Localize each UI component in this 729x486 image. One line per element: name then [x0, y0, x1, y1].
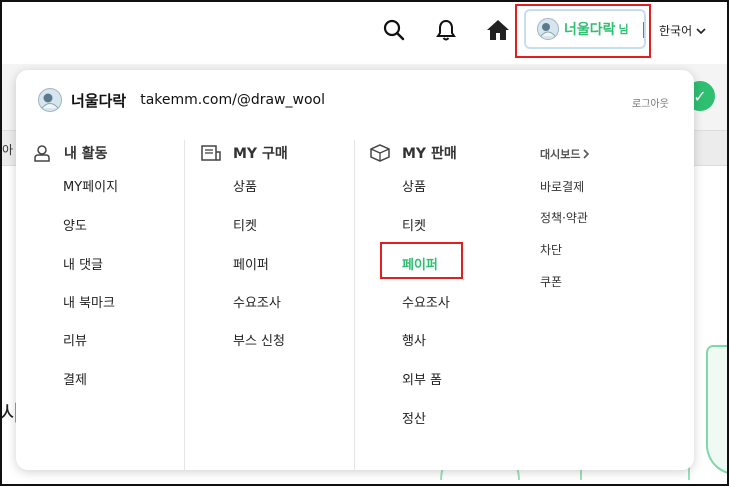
- menu-item-sales-goods[interactable]: 상품: [402, 176, 426, 195]
- user-honorific: 님: [618, 23, 629, 36]
- user-name: 너울다락: [564, 22, 616, 38]
- column-title: MY 구매: [233, 146, 288, 162]
- dashboard-link[interactable]: 대시보드: [540, 146, 590, 162]
- person-icon: [32, 143, 52, 163]
- menu-item-my-page[interactable]: MY페이지: [63, 176, 118, 195]
- chevron-right-icon: [583, 149, 590, 159]
- menu-item-sales-paper[interactable]: 페이퍼: [402, 254, 438, 273]
- search-icon[interactable]: [382, 18, 406, 42]
- profile-url[interactable]: takemm.com/@draw_wool: [140, 92, 325, 108]
- dashboard-label: 대시보드: [540, 148, 581, 161]
- panel-user-name: 너울다락: [71, 91, 127, 110]
- dashboard-item-direct-payment[interactable]: 바로결제: [540, 178, 584, 195]
- home-icon[interactable]: [486, 18, 510, 42]
- column-divider: [354, 140, 355, 470]
- column-header-my-purchase: MY 구매: [201, 143, 288, 163]
- menu-item-booth-application[interactable]: 부스 신청: [233, 330, 285, 349]
- dashboard-item-block[interactable]: 차단: [540, 241, 562, 258]
- logout-link[interactable]: 로그아웃: [632, 95, 669, 110]
- language-label: 한국어: [659, 24, 693, 38]
- dashboard-item-coupon[interactable]: 쿠폰: [540, 273, 562, 290]
- panel-header: 너울다락 takemm.com/@draw_wool: [38, 88, 325, 112]
- column-divider: [184, 140, 185, 470]
- avatar: [537, 18, 559, 40]
- menu-item-transfer[interactable]: 양도: [63, 215, 87, 234]
- menu-item-payments[interactable]: 결제: [63, 369, 87, 388]
- avatar: [38, 88, 62, 112]
- menu-item-external-form[interactable]: 외부 폼: [402, 369, 442, 388]
- menu-item-settlement[interactable]: 정산: [402, 408, 426, 427]
- receipt-icon: [201, 143, 221, 163]
- column-title: MY 판매: [402, 146, 457, 162]
- dashboard-item-policy[interactable]: 정책·약관: [540, 209, 588, 226]
- menu-item-purchase-survey[interactable]: 수요조사: [233, 292, 281, 311]
- language-selector[interactable]: 한국어: [659, 22, 706, 39]
- column-header-my-sales: MY 판매: [370, 143, 457, 163]
- menu-item-sales-tickets[interactable]: 티켓: [402, 215, 426, 234]
- menu-item-sales-survey[interactable]: 수요조사: [402, 292, 450, 311]
- chevron-down-icon: [696, 27, 706, 34]
- column-header-activity: 내 활동: [32, 143, 108, 163]
- menu-item-purchase-tickets[interactable]: 티켓: [233, 215, 257, 234]
- column-title: 내 활동: [64, 146, 108, 162]
- menu-item-purchase-paper[interactable]: 페이퍼: [233, 254, 269, 273]
- menu-item-my-comments[interactable]: 내 댓글: [63, 254, 103, 273]
- bell-icon[interactable]: [434, 18, 458, 42]
- user-menu-button[interactable]: 너울다락 님: [524, 9, 646, 49]
- box-icon: [370, 143, 390, 163]
- divider: [643, 22, 644, 38]
- user-dropdown-panel: 너울다락 takemm.com/@draw_wool 로그아웃 내 활동 MY페…: [16, 70, 694, 470]
- decorative-illustration: [706, 345, 729, 475]
- menu-item-purchase-goods[interactable]: 상품: [233, 176, 257, 195]
- menu-item-events[interactable]: 행사: [402, 330, 426, 349]
- page-edge-text: 아: [2, 143, 14, 157]
- menu-item-reviews[interactable]: 리뷰: [63, 330, 87, 349]
- menu-item-my-bookmarks[interactable]: 내 북마크: [63, 292, 115, 311]
